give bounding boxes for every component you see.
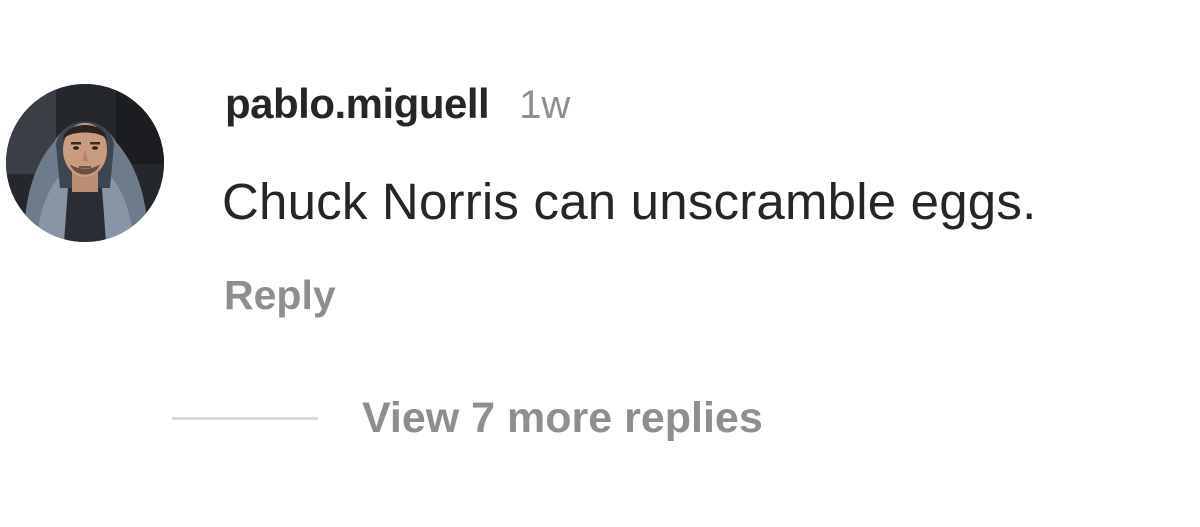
timestamp: 1w bbox=[519, 83, 571, 127]
comment-header: pablo.miguell 1w bbox=[225, 80, 570, 136]
username-link[interactable]: pablo.miguell bbox=[225, 80, 490, 128]
replies-divider-line bbox=[172, 417, 318, 420]
view-more-replies-button[interactable]: View 7 more replies bbox=[172, 394, 763, 443]
avatar-photo bbox=[6, 84, 164, 242]
reply-button[interactable]: Reply bbox=[224, 272, 336, 319]
comment-text: Chuck Norris can unscramble eggs. bbox=[222, 173, 1037, 230]
avatar[interactable] bbox=[6, 84, 164, 242]
comment-item: pablo.miguell 1w Chuck Norris can unscra… bbox=[0, 0, 1200, 527]
view-more-replies-label: View 7 more replies bbox=[362, 394, 763, 442]
